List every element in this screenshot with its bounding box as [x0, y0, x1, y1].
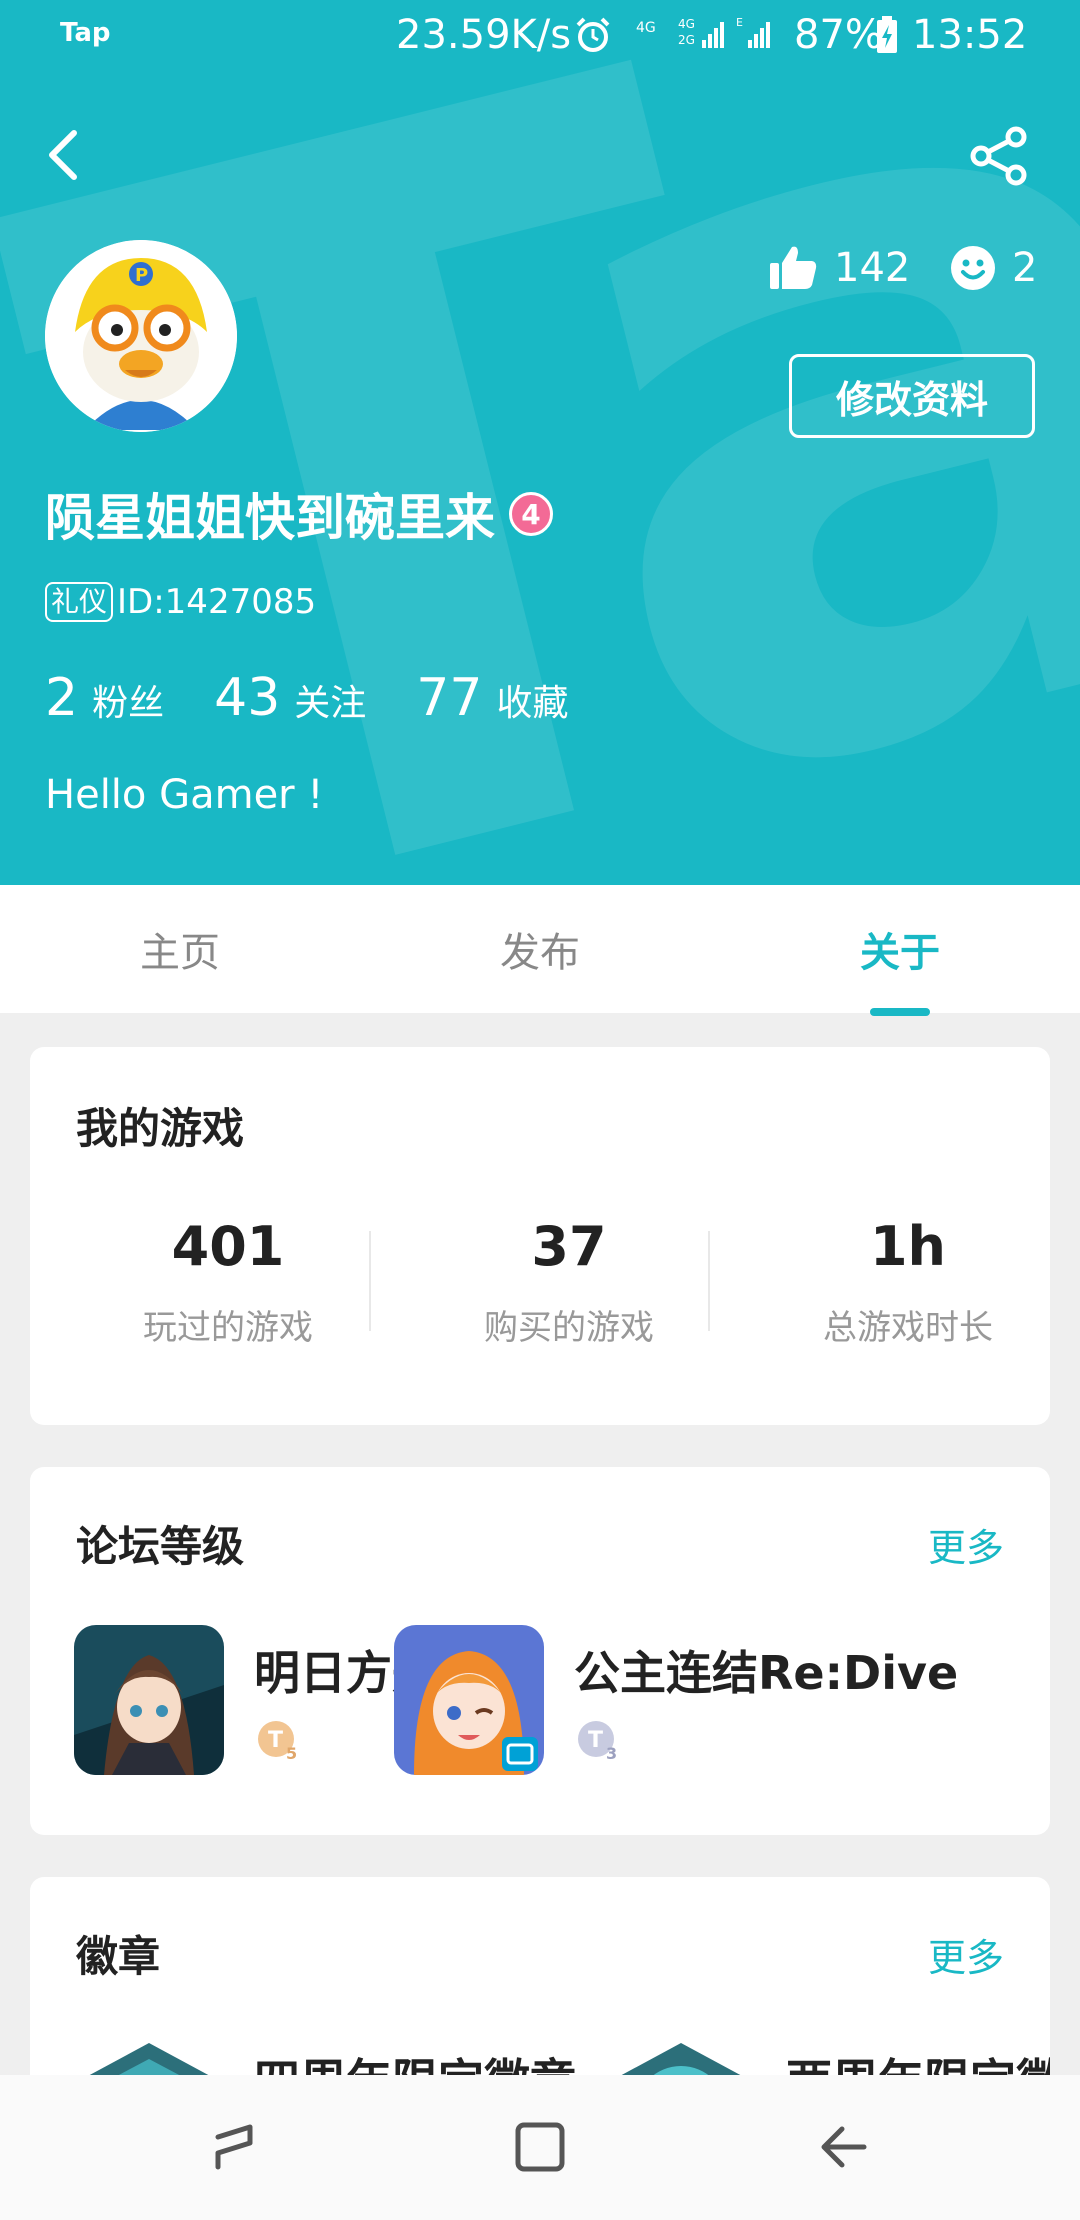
tab-about[interactable]: 关于: [720, 885, 1080, 1013]
back-nav-icon[interactable]: [812, 2115, 876, 2179]
forum-level-card: 论坛等级 更多 明日方舟 T 5 公主连结Re:Dive T 3: [30, 1467, 1050, 1835]
tab-posts[interactable]: 发布: [360, 885, 720, 1013]
play-time-label: 总游戏时长: [823, 1308, 993, 1348]
forum-level-number: 5: [286, 1744, 297, 1763]
user-id-row: 礼仪 ID:1427085: [45, 582, 316, 622]
recent-apps-icon[interactable]: [206, 2115, 270, 2179]
forum-level-title: 论坛等级: [76, 1522, 245, 1571]
forum-level-number: 3: [606, 1744, 617, 1763]
forum-level-more-link[interactable]: 更多: [928, 1517, 1004, 1572]
purchased-games-count: 37: [531, 1215, 607, 1278]
signal-icon: 4G 4G 2G E: [636, 16, 770, 48]
purchased-games-stat[interactable]: 37 购买的游戏: [399, 1215, 739, 1349]
battery-percent: 87%: [794, 12, 883, 58]
divider: [369, 1231, 371, 1331]
thumbs-up-icon: [770, 246, 817, 289]
forum-level-gold-icon: T 5: [258, 1721, 297, 1763]
my-games-card: 我的游戏 401 玩过的游戏 37 购买的游戏 1h 总游戏时长: [30, 1047, 1050, 1425]
user-id: ID:1427085: [117, 582, 317, 622]
favorites-label[interactable]: 收藏: [496, 674, 568, 726]
alarm-icon: [576, 17, 610, 52]
svg-text:4G: 4G: [678, 17, 695, 31]
tab-home[interactable]: 主页: [0, 885, 360, 1013]
divider: [708, 1231, 710, 1331]
played-games-stat[interactable]: 401 玩过的游戏: [58, 1215, 398, 1349]
svg-text:2G: 2G: [678, 33, 695, 47]
status-bar: Tap 23.59K/s 4G 4G 2G E 87% 13:52: [0, 0, 1080, 72]
forum-level-silver-icon: T 3: [578, 1721, 617, 1763]
profile-header: Tap Tap 23.59K/s 4G 4G 2G E 87% 13:52 P …: [0, 0, 1080, 885]
fans-label[interactable]: 粉丝: [92, 674, 164, 726]
clock: 13:52: [912, 12, 1028, 58]
smiley-icon: [951, 246, 995, 290]
favorites-count[interactable]: 77: [416, 668, 482, 728]
back-arrow-icon[interactable]: [40, 125, 90, 185]
arknights-game-icon: [74, 1625, 224, 1775]
reactions-counter[interactable]: 2: [950, 240, 1037, 296]
network-speed: 23.59K/s: [396, 12, 572, 58]
follow-stats: 2 粉丝 43 关注 77 收藏: [45, 668, 618, 728]
edit-profile-button[interactable]: 修改资料: [789, 354, 1035, 438]
likes-count: 142: [834, 245, 911, 291]
badges-more-link[interactable]: 更多: [928, 1927, 1004, 1982]
svg-text:T: T: [268, 1728, 283, 1753]
svg-text:T: T: [588, 1728, 603, 1753]
following-label[interactable]: 关注: [294, 674, 366, 726]
played-games-count: 401: [171, 1215, 285, 1278]
carrier-label: Tap: [60, 18, 111, 48]
play-time-value: 1h: [869, 1215, 947, 1278]
play-time-stat[interactable]: 1h 总游戏时长: [738, 1215, 1050, 1349]
avatar[interactable]: P: [45, 240, 237, 432]
badges-title: 徽章: [76, 1932, 161, 1981]
etiquette-tag[interactable]: 礼仪: [45, 582, 114, 622]
svg-text:4G: 4G: [636, 20, 656, 36]
svg-text:P: P: [135, 265, 148, 286]
battery-charging-icon: [877, 16, 897, 53]
active-tab-indicator: [870, 1008, 930, 1016]
forum-game-name: 公主连结Re:Dive: [574, 1646, 959, 1700]
svg-text:E: E: [736, 16, 743, 29]
following-count[interactable]: 43: [214, 668, 280, 728]
username-text: 陨星姐姐快到碗里来: [45, 489, 495, 547]
user-level-badge: 4: [509, 492, 553, 536]
princess-connect-game-icon: [394, 1625, 544, 1775]
smiles-count: 2: [1012, 245, 1038, 291]
username: 陨星姐姐快到碗里来 4: [45, 478, 553, 550]
my-games-title: 我的游戏: [76, 1104, 245, 1153]
avatar-penguin-image: P: [45, 240, 237, 432]
fans-count[interactable]: 2: [45, 668, 78, 728]
taptap-watermark: Tap: [0, 0, 1080, 885]
share-icon[interactable]: [968, 125, 1030, 187]
purchased-games-label: 购买的游戏: [484, 1308, 654, 1348]
forum-item-princess-connect[interactable]: 公主连结Re:Dive T 3: [394, 1625, 1050, 1775]
user-bio: Hello Gamer !: [45, 772, 324, 818]
likes-counter[interactable]: 142: [768, 240, 910, 296]
home-icon[interactable]: [508, 2115, 572, 2179]
played-games-label: 玩过的游戏: [143, 1308, 313, 1348]
profile-tabs: 主页 发布 关于: [0, 885, 1080, 1013]
system-navigation-bar: [0, 2075, 1080, 2220]
